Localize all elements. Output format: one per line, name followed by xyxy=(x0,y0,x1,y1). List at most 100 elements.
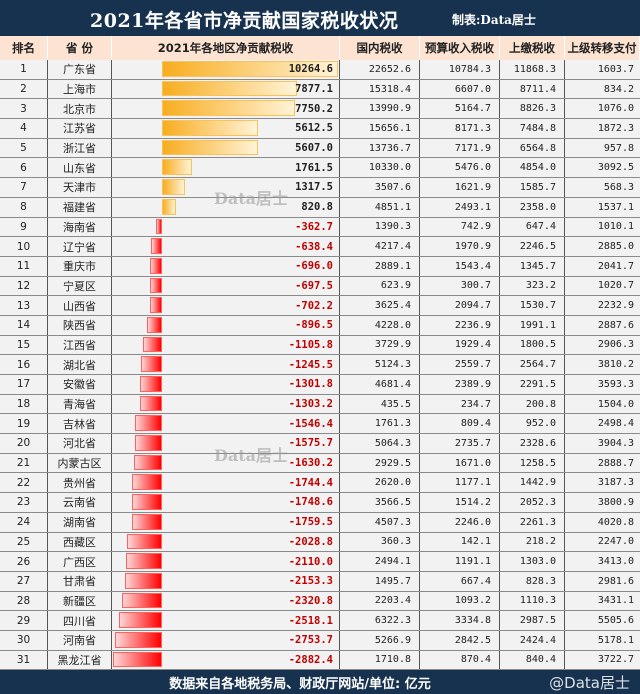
rank-cell: 16 xyxy=(0,355,48,374)
net-contribution-bar xyxy=(151,238,162,254)
net-contribution-value: -1105.8 xyxy=(288,338,333,351)
net-contribution-bar xyxy=(112,651,162,668)
table-row: 15 江西省 -1105.8 3729.9 1929.4 1800.5 2906.3 xyxy=(0,335,640,356)
net-contribution-bar xyxy=(155,218,162,235)
net-contribution-value: 5612.5 xyxy=(295,122,333,135)
watermark: Data居士 xyxy=(214,446,289,465)
domestic-tax-cell: 1495.7 xyxy=(340,571,420,591)
budget-revenue-cell: 2735.7 xyxy=(420,434,500,453)
table-row: 25 西藏区 -2028.8 360.3 142.1 218.2 2247.0 xyxy=(0,532,640,553)
transfer-payment-cell: 568.3 xyxy=(603,181,634,193)
transfer-payment-cell: 1010.1 xyxy=(597,221,634,233)
table-row: 23 云南省 -1748.6 3566.5 1514.2 2052.3 3800.9 xyxy=(0,493,640,513)
table-body: 1 广东省 10264.6 22652.6 10784.3 11868.3 1603.7 2 上… xyxy=(0,60,640,671)
net-contribution-cell: -1759.5 xyxy=(112,512,340,532)
net-contribution-value: -1303.2 xyxy=(288,398,333,411)
domestic-tax-cell: 1761.3 xyxy=(340,414,420,434)
transfer-payment-cell: 2247.0 xyxy=(597,536,634,548)
domestic-tax-cell: 15656.1 xyxy=(340,119,420,138)
rank-cell: 20 xyxy=(0,434,48,453)
budget-revenue-cell: 2236.9 xyxy=(420,315,500,335)
transfer-payment-cell: 3092.5 xyxy=(597,162,634,174)
net-contribution-bar xyxy=(125,572,162,589)
budget-revenue-cell: 1177.1 xyxy=(420,473,500,493)
province-cell: 河南省 xyxy=(48,630,112,650)
domestic-tax-cell: 4507.3 xyxy=(340,512,420,532)
table-row: 8 福建省 820.8 4851.1 2493.1 2358.0 1537.1 xyxy=(0,197,640,218)
net-contribution-value: -702.2 xyxy=(295,299,333,312)
net-contribution-cell: 5607.0 xyxy=(112,138,340,158)
province-cell: 河北省 xyxy=(48,434,112,453)
domestic-tax-cell: 4851.1 xyxy=(340,197,420,217)
table-row: 12 宁夏区 -697.5 623.9 300.7 323.2 1020.7 xyxy=(0,276,640,297)
remitted-tax-cell: 1303.0 xyxy=(500,552,565,571)
net-contribution-bar xyxy=(114,631,162,648)
rank-cell: 24 xyxy=(0,512,48,532)
remitted-tax-cell: 4854.0 xyxy=(500,158,565,178)
rank-cell: 15 xyxy=(0,335,48,355)
province-cell: 云南省 xyxy=(48,493,112,512)
transfer-payment-cell: 2887.6 xyxy=(597,319,634,331)
net-contribution-bar xyxy=(143,336,162,353)
budget-revenue-cell: 10784.3 xyxy=(420,60,500,79)
province-cell: 上海市 xyxy=(48,79,112,99)
rank-cell: 8 xyxy=(0,197,48,217)
budget-revenue-cell: 300.7 xyxy=(420,276,500,296)
rank-cell: 29 xyxy=(0,611,48,630)
budget-revenue-cell: 2246.0 xyxy=(420,512,500,532)
province-cell: 海南省 xyxy=(48,217,112,237)
domestic-tax-cell: 3625.4 xyxy=(340,296,420,315)
net-contribution-cell: 10264.6 xyxy=(112,60,340,79)
budget-revenue-cell: 809.4 xyxy=(420,414,500,434)
rank-cell: 12 xyxy=(0,276,48,296)
domestic-tax-cell: 13990.9 xyxy=(340,99,420,119)
province-cell: 四川省 xyxy=(48,611,112,630)
net-contribution-value: -1744.4 xyxy=(288,476,333,489)
rank-cell: 13 xyxy=(0,296,48,315)
remitted-tax-cell: 2424.4 xyxy=(500,630,565,650)
corner-watermark: @Data居士 xyxy=(549,674,630,692)
net-contribution-cell: -2882.4 xyxy=(112,650,340,670)
remitted-tax-cell: 7484.8 xyxy=(500,119,565,138)
remitted-tax-cell: 840.4 xyxy=(500,650,565,670)
net-contribution-bar xyxy=(118,612,162,628)
budget-revenue-cell: 2094.7 xyxy=(420,296,500,315)
budget-revenue-cell: 870.4 xyxy=(420,650,500,670)
transfer-payment-cell: 1872.3 xyxy=(597,122,634,134)
table-row: 31 黑龙江省 -2882.4 1710.8 870.4 840.4 3722.7 xyxy=(0,650,640,671)
net-contribution-cell: -1105.8 xyxy=(112,335,340,355)
net-contribution-value: 7877.1 xyxy=(295,83,333,96)
net-contribution-value: -362.7 xyxy=(295,220,333,233)
rank-cell: 7 xyxy=(0,178,48,197)
net-contribution-value: -1546.4 xyxy=(288,417,333,430)
net-contribution-value: -2320.8 xyxy=(288,594,333,607)
net-contribution-bar xyxy=(146,316,162,333)
table-row: 7 天津市 1317.5 3507.6 1621.9 1585.7 568.3 xyxy=(0,178,640,198)
transfer-payment-cell: 5178.1 xyxy=(597,634,634,646)
transfer-payment-cell: 2041.7 xyxy=(597,260,634,272)
table-row: 9 海南省 -362.7 1390.3 742.9 647.4 1010.1 xyxy=(0,217,640,238)
net-contribution-value: -1245.5 xyxy=(288,358,333,371)
rank-cell: 19 xyxy=(0,414,48,434)
domestic-tax-cell: 22652.6 xyxy=(340,60,420,79)
net-contribution-cell: -697.5 xyxy=(112,276,340,296)
net-contribution-cell: -896.5 xyxy=(112,315,340,335)
province-cell: 山东省 xyxy=(48,158,112,178)
remitted-tax-cell: 1800.5 xyxy=(500,335,565,355)
net-contribution-value: 1317.5 xyxy=(295,181,333,194)
budget-revenue-cell: 8171.3 xyxy=(420,119,500,138)
remitted-tax-cell: 828.3 xyxy=(500,571,565,591)
remitted-tax-cell: 952.0 xyxy=(500,414,565,434)
transfer-payment-cell: 3593.3 xyxy=(597,378,634,390)
net-contribution-cell: 7750.2 xyxy=(112,99,340,119)
net-contribution-bar xyxy=(139,376,162,392)
budget-revenue-cell: 6607.0 xyxy=(420,79,500,99)
remitted-tax-cell: 8826.3 xyxy=(500,99,565,119)
net-contribution-bar xyxy=(162,198,177,215)
remitted-tax-cell: 2052.3 xyxy=(500,493,565,512)
remitted-tax-cell: 200.8 xyxy=(500,394,565,414)
transfer-payment-cell: 3413.0 xyxy=(597,556,634,568)
domestic-tax-cell: 2929.5 xyxy=(340,453,420,473)
rank-cell: 3 xyxy=(0,99,48,119)
column-header: 省 份 xyxy=(48,36,112,60)
